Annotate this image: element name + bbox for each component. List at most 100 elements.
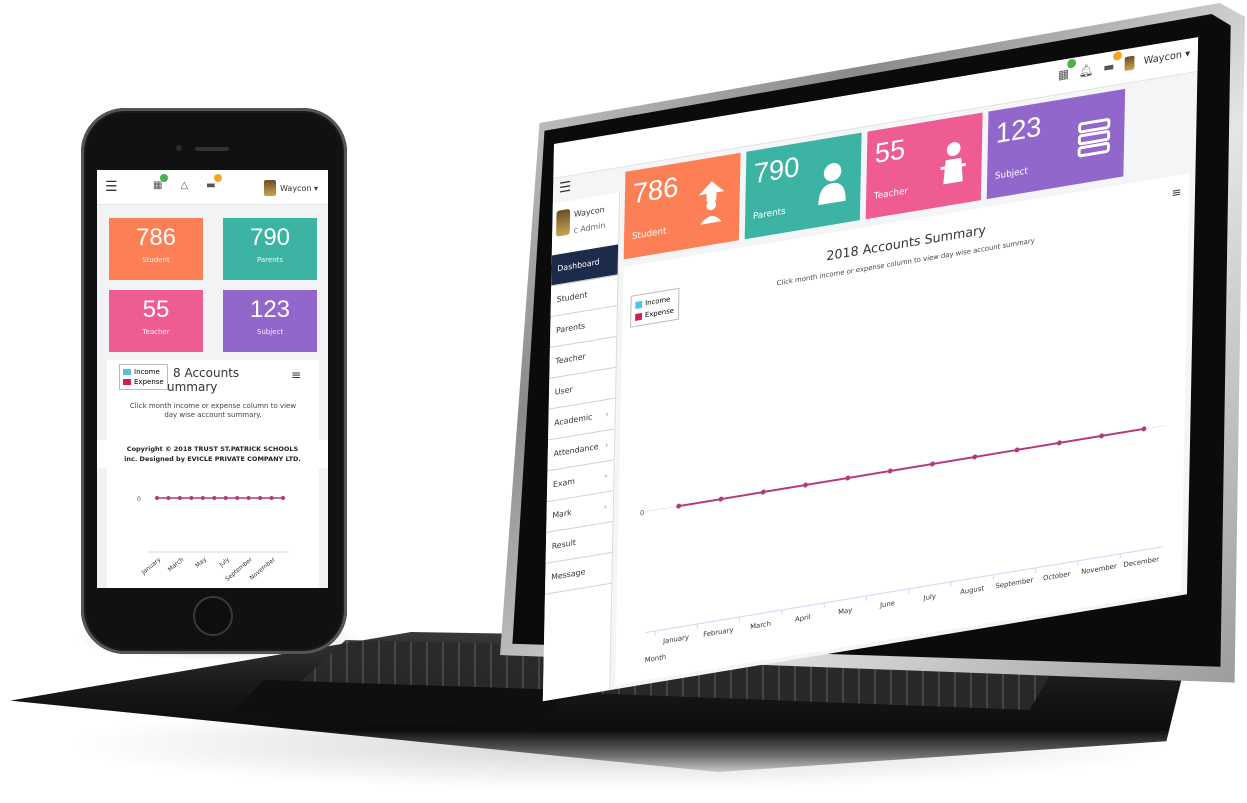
parent-icon: [818, 163, 846, 206]
data-point[interactable]: [246, 496, 251, 500]
x-tick-label: June: [879, 599, 895, 610]
phone-screen: ☰ ▦ △ ▬ Waycon ▾ 786 Student 790 Parents…: [97, 170, 328, 588]
phone-topbar: ☰ ▦ △ ▬ Waycon ▾: [97, 170, 328, 205]
sidebar-item-label: User: [554, 384, 573, 397]
footer-line1: Copyright © 2018 TRUST ST.PATRICK SCHOOL…: [126, 445, 299, 453]
x-tick-label: November: [248, 556, 277, 582]
parents-count: 790: [753, 150, 800, 190]
x-tick-label: April: [795, 613, 811, 624]
footer-copyright: Copyright © 2018 TRUST ST.PATRICK SCHOOL…: [97, 440, 328, 468]
expense-series-line[interactable]: [678, 427, 1144, 508]
x-tick-label: July: [217, 556, 231, 569]
subjects-card[interactable]: 123 Subject: [223, 290, 317, 352]
x-tick-label: August: [960, 584, 984, 596]
phone-camera: [176, 145, 182, 151]
legend-expense: Expense: [134, 378, 164, 386]
sidebar-item-label: Message: [551, 567, 586, 582]
bell-icon[interactable]: △: [180, 180, 188, 191]
bell-icon[interactable]: 🔔︎: [1079, 62, 1094, 78]
phone-home-button[interactable]: [193, 596, 233, 636]
teachers-label: Teacher: [873, 186, 909, 202]
data-point[interactable]: [972, 454, 978, 460]
x-tick-label: January: [140, 556, 163, 577]
teachers-label: Teacher: [142, 328, 170, 336]
sidebar-item-label: Attendance: [553, 442, 599, 459]
sidebar-item-label: Academic: [554, 412, 593, 428]
user-menu[interactable]: Waycon ▾: [264, 180, 318, 196]
parents-card[interactable]: 790 Parents: [223, 218, 317, 280]
data-point[interactable]: [177, 496, 182, 500]
phone-speaker: [195, 147, 229, 151]
data-point[interactable]: [1099, 433, 1105, 439]
students-card[interactable]: 786 Student: [109, 218, 203, 280]
sidebar-item-label: Parents: [555, 321, 586, 336]
chevron-right-icon: ›: [605, 409, 609, 420]
students-count: 786: [632, 170, 679, 210]
data-point[interactable]: [155, 496, 159, 500]
data-point[interactable]: [281, 496, 285, 500]
subjects-count: 123: [995, 110, 1042, 150]
x-tick-label: December: [1123, 555, 1159, 569]
data-point[interactable]: [845, 475, 851, 481]
x-tick-label: January: [662, 633, 689, 645]
avatar: [264, 180, 277, 196]
data-point[interactable]: [1056, 440, 1062, 446]
sidebar: Waycon c Admin Dashboard Student Parents Te…: [542, 192, 621, 702]
students-label: Student: [631, 226, 667, 243]
chart-title: 8 Accounts ummary: [167, 366, 267, 394]
data-point[interactable]: [887, 468, 893, 474]
subjects-label: Subject: [256, 328, 284, 336]
hamburger-icon[interactable]: ☰: [105, 179, 118, 195]
subjects-count: 123: [249, 296, 291, 323]
student-icon: [698, 181, 725, 225]
chart-menu-icon[interactable]: ≡: [291, 368, 301, 382]
subjects-card[interactable]: 123 Subject: [986, 88, 1126, 200]
data-point[interactable]: [718, 496, 724, 502]
x-tick-label: March: [167, 556, 186, 573]
parents-card[interactable]: 790 Parents: [744, 132, 862, 240]
x-tick-label: October: [1043, 570, 1071, 583]
flag-icon[interactable]: ▬: [206, 174, 222, 191]
accounts-line-chart[interactable]: 0January March May JulySeptemberNovember: [97, 470, 328, 588]
legend-income: Income: [134, 368, 160, 376]
data-point[interactable]: [760, 489, 766, 495]
data-point[interactable]: [258, 496, 263, 500]
flag-icon[interactable]: ▬: [1103, 50, 1122, 75]
data-point[interactable]: [235, 496, 240, 500]
chart-legend[interactable]: Income Expense: [119, 364, 168, 390]
data-point[interactable]: [930, 461, 935, 467]
profile-name: Waycon: [573, 204, 605, 220]
laptop-screen: ▦ 🔔︎ ▬ Waycon ▾ ☰ Waycon c Admin Dashboa…: [542, 37, 1199, 702]
data-point[interactable]: [676, 503, 682, 509]
parents-label: Parents: [752, 206, 786, 223]
calendar-icon[interactable]: ▦: [153, 174, 169, 191]
data-point[interactable]: [1014, 447, 1020, 453]
data-point[interactable]: [269, 496, 274, 500]
user-avatar[interactable]: [1124, 55, 1135, 72]
data-point[interactable]: [212, 496, 217, 500]
students-label: Student: [142, 256, 170, 264]
chevron-right-icon: ›: [603, 502, 608, 512]
teachers-count: 55: [874, 133, 906, 170]
sidebar-nav: Dashboard Student Parents Teacher User Academ…: [544, 244, 619, 595]
x-tick-label: November: [1081, 562, 1117, 576]
data-point[interactable]: [200, 496, 205, 500]
students-card[interactable]: 786 Student: [623, 152, 741, 260]
data-point[interactable]: [189, 496, 194, 500]
income-swatch: [123, 369, 131, 375]
user-menu[interactable]: Waycon ▾: [1144, 48, 1191, 67]
data-point[interactable]: [223, 496, 228, 500]
teachers-card[interactable]: 55 Teacher: [865, 112, 983, 220]
expense-swatch: [123, 379, 131, 385]
hamburger-icon[interactable]: ☰: [559, 179, 573, 197]
data-point[interactable]: [1141, 426, 1147, 432]
y-tick-label: 0: [137, 496, 141, 503]
chart-subtitle: Click month income or expense column to …: [129, 402, 297, 419]
parents-count: 790: [249, 224, 291, 251]
y-tick-label: 0: [640, 509, 645, 518]
calendar-icon[interactable]: ▦: [1058, 58, 1077, 82]
data-point[interactable]: [803, 482, 809, 488]
avatar: [556, 208, 571, 237]
teachers-card[interactable]: 55 Teacher: [109, 290, 203, 352]
data-point[interactable]: [166, 496, 171, 500]
